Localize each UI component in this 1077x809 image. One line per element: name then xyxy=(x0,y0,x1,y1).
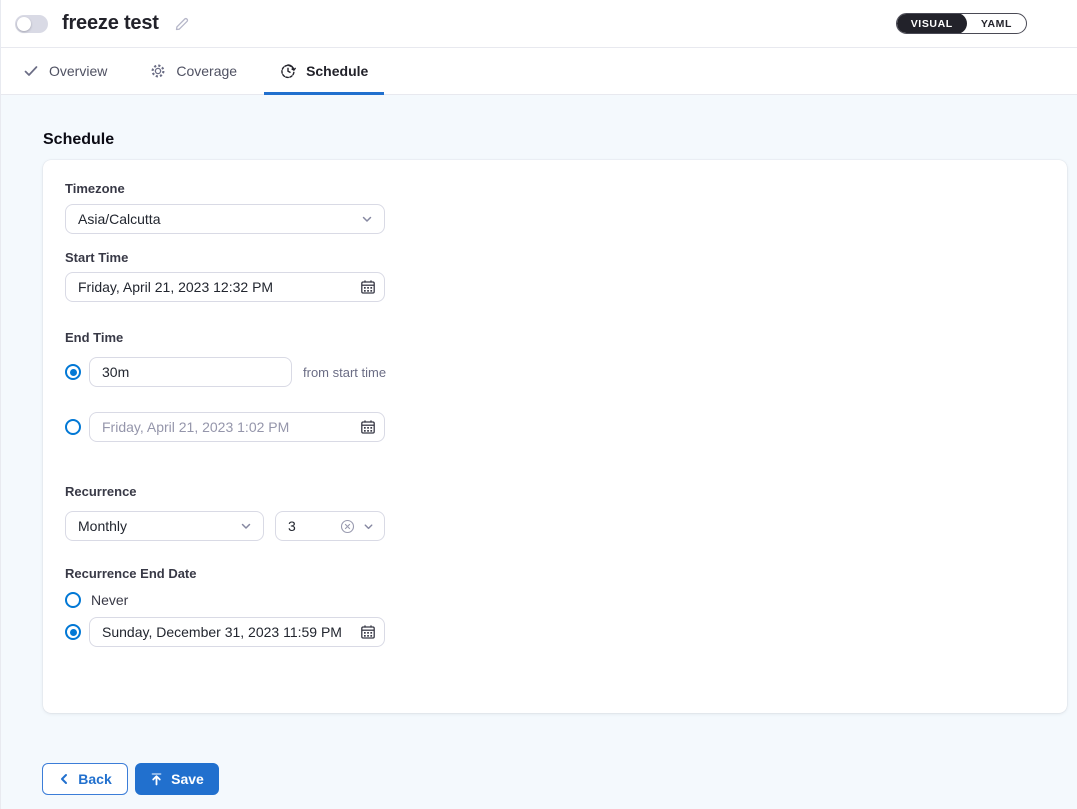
chevron-down-icon xyxy=(239,519,253,533)
recurrence-end-date-row xyxy=(65,617,1045,647)
back-button[interactable]: Back xyxy=(42,763,128,795)
never-row: Never xyxy=(65,590,1045,610)
page-title: freeze test xyxy=(62,12,159,35)
header: freeze test VISUAL YAML xyxy=(1,0,1077,48)
view-mode-toggle: VISUAL YAML xyxy=(896,13,1027,34)
recurrence-end-date-label: Recurrence End Date xyxy=(65,567,1045,581)
pencil-icon[interactable] xyxy=(173,15,191,33)
tab-coverage[interactable]: Coverage xyxy=(134,48,253,94)
end-time-duration-input[interactable] xyxy=(89,357,292,387)
tab-overview[interactable]: Overview xyxy=(7,48,123,94)
toggle-knob xyxy=(17,17,31,31)
save-button[interactable]: Save xyxy=(135,763,219,795)
start-time-field xyxy=(65,272,385,302)
timezone-label: Timezone xyxy=(65,182,1045,196)
end-time-date-row xyxy=(65,412,1045,442)
chevron-left-icon xyxy=(58,773,70,785)
recurrence-label: Recurrence xyxy=(65,485,1045,499)
upload-arrow-icon xyxy=(150,772,163,786)
chevron-down-icon[interactable] xyxy=(362,520,375,533)
end-time-duration-radio[interactable] xyxy=(65,364,81,380)
yaml-toggle-button[interactable]: YAML xyxy=(967,13,1026,34)
recurrence-count-value: 3 xyxy=(288,518,296,534)
start-time-label: Start Time xyxy=(65,251,1045,265)
calendar-icon[interactable] xyxy=(360,624,376,640)
end-time-date-radio[interactable] xyxy=(65,419,81,435)
schedule-panel: Schedule Timezone Asia/Calcutta Start Ti… xyxy=(1,95,1077,809)
recurring-clock-icon xyxy=(280,63,296,79)
never-label: Never xyxy=(91,592,128,608)
visual-toggle-button[interactable]: VISUAL xyxy=(897,13,967,34)
calendar-icon[interactable] xyxy=(360,279,376,295)
tab-bar: Overview Coverage Schedule xyxy=(1,48,1077,95)
never-radio[interactable] xyxy=(65,592,81,608)
recurrence-row: Monthly 3 xyxy=(65,511,1045,541)
freeze-enable-toggle[interactable] xyxy=(15,15,48,33)
end-time-duration-row: from start time xyxy=(65,357,1045,387)
recurrence-end-date-radio[interactable] xyxy=(65,624,81,640)
tab-label: Overview xyxy=(49,63,107,79)
section-heading: Schedule xyxy=(43,131,1066,149)
back-button-label: Back xyxy=(78,771,111,787)
chevron-down-icon xyxy=(360,212,374,226)
timezone-value: Asia/Calcutta xyxy=(78,211,160,227)
end-time-label: End Time xyxy=(65,331,1045,345)
count-controls xyxy=(340,519,375,534)
circled-x-icon[interactable] xyxy=(340,519,355,534)
start-time-input[interactable] xyxy=(65,272,385,302)
duration-suffix-text: from start time xyxy=(303,365,386,380)
recurrence-type-select[interactable]: Monthly xyxy=(65,511,264,541)
recurrence-type-value: Monthly xyxy=(78,518,127,534)
schedule-form-card: Timezone Asia/Calcutta Start Time xyxy=(43,160,1067,713)
tab-label: Schedule xyxy=(306,63,368,79)
end-time-date-input[interactable] xyxy=(89,412,385,442)
recurrence-count-select[interactable]: 3 xyxy=(275,511,385,541)
footer-actions: Back Save xyxy=(42,763,219,795)
recurrence-end-date-input[interactable] xyxy=(89,617,385,647)
tab-schedule[interactable]: Schedule xyxy=(264,48,384,94)
recurrence-end-date-field xyxy=(89,617,385,647)
end-time-date-field xyxy=(89,412,385,442)
save-button-label: Save xyxy=(171,771,204,787)
tab-label: Coverage xyxy=(176,63,237,79)
check-icon xyxy=(23,63,39,79)
gear-icon xyxy=(150,63,166,79)
calendar-icon[interactable] xyxy=(360,419,376,435)
timezone-select[interactable]: Asia/Calcutta xyxy=(65,204,385,234)
